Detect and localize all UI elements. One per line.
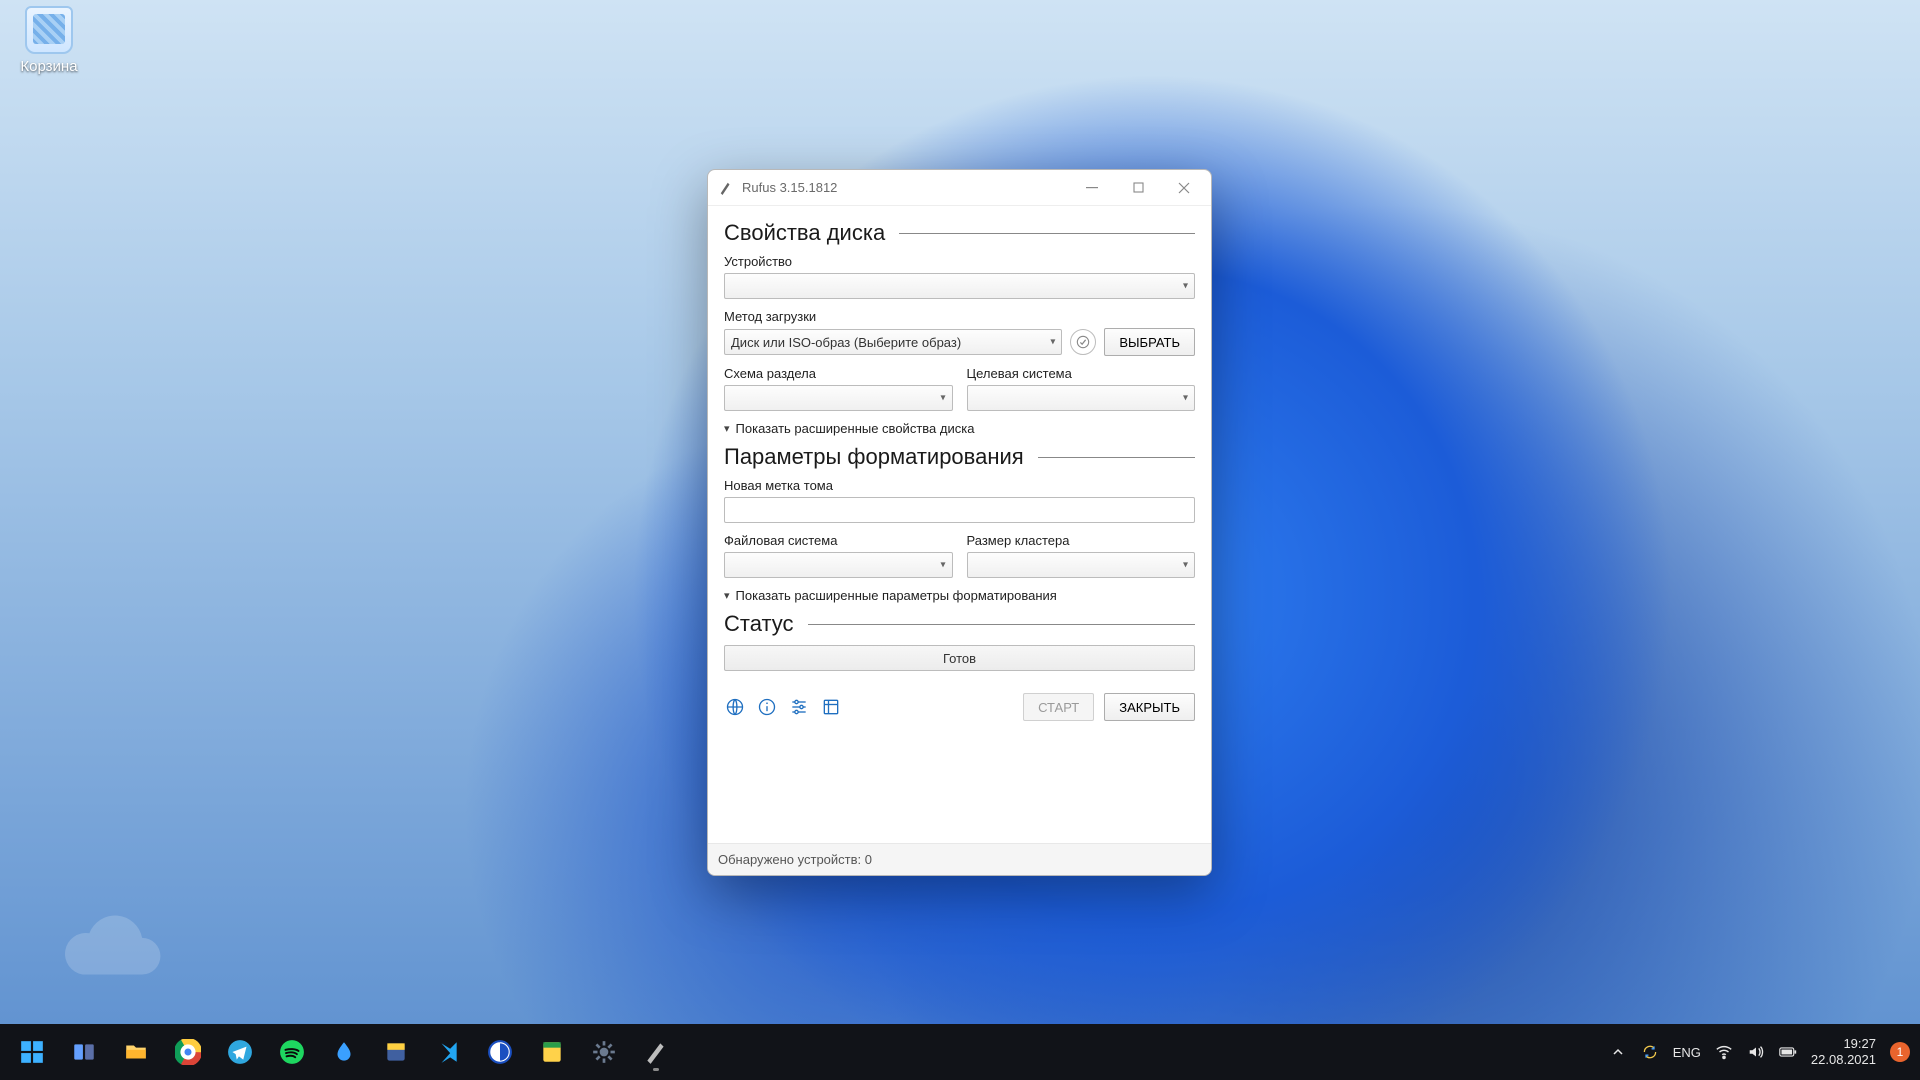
chevron-down-icon: ▾ — [724, 589, 730, 602]
minimize-button[interactable] — [1069, 172, 1115, 204]
label-file-system: Файловая система — [724, 533, 953, 548]
close-app-button[interactable]: ЗАКРЫТЬ — [1104, 693, 1195, 721]
recycle-bin-icon — [25, 6, 73, 54]
file-explorer-icon[interactable] — [114, 1030, 158, 1074]
vscode-icon[interactable] — [426, 1030, 470, 1074]
notification-badge[interactable]: 1 — [1890, 1042, 1910, 1062]
divider — [1038, 457, 1195, 458]
tray-battery-icon[interactable] — [1779, 1043, 1797, 1061]
notes-icon[interactable] — [530, 1030, 574, 1074]
tray-time: 19:27 — [1811, 1036, 1876, 1052]
status-bar: Готов — [724, 645, 1195, 671]
label-cluster-size: Размер кластера — [967, 533, 1196, 548]
app-icon — [718, 180, 734, 196]
status-text: Готов — [943, 651, 976, 666]
info-icon-button[interactable] — [756, 696, 778, 718]
rufus-taskbar-icon[interactable] — [634, 1030, 678, 1074]
tray-clock[interactable]: 19:27 22.08.2021 — [1811, 1036, 1876, 1067]
app-icon-generic[interactable] — [374, 1030, 418, 1074]
rainmeter-icon[interactable] — [322, 1030, 366, 1074]
telegram-icon[interactable] — [218, 1030, 262, 1074]
cluster-size-combo[interactable]: ▾ — [967, 552, 1196, 578]
divider — [899, 233, 1195, 234]
target-system-combo[interactable]: ▾ — [967, 385, 1196, 411]
boot-method-value: Диск или ISO-образ (Выберите образ) — [731, 335, 961, 350]
browser-icon[interactable] — [478, 1030, 522, 1074]
footer-status: Обнаружено устройств: 0 — [708, 843, 1211, 875]
tray-volume-icon[interactable] — [1747, 1043, 1765, 1061]
toggle-advanced-format[interactable]: ▾ Показать расширенные параметры формати… — [724, 588, 1195, 603]
label-device: Устройство — [724, 254, 1195, 269]
desktop: Корзина Rufus 3.15.1812 Свойс — [0, 0, 1920, 1080]
label-target-system: Целевая система — [967, 366, 1196, 381]
tray-wifi-icon[interactable] — [1715, 1043, 1733, 1061]
tray-chevron-up-icon[interactable] — [1609, 1043, 1627, 1061]
divider — [808, 624, 1195, 625]
section-status: Статус — [724, 611, 794, 637]
chevron-down-icon: ▾ — [1183, 393, 1188, 404]
verify-icon-button[interactable] — [1070, 329, 1096, 355]
settings-icon[interactable] — [582, 1030, 626, 1074]
volume-label-input[interactable] — [724, 497, 1195, 523]
select-button[interactable]: ВЫБРАТЬ — [1104, 328, 1195, 356]
footer-text: Обнаружено устройств: 0 — [718, 852, 872, 867]
chevron-down-icon: ▾ — [940, 560, 945, 571]
maximize-button[interactable] — [1115, 172, 1161, 204]
chevron-down-icon: ▾ — [940, 393, 945, 404]
chevron-down-icon: ▾ — [1050, 337, 1055, 348]
tray-language[interactable]: ENG — [1673, 1045, 1701, 1060]
task-view-button[interactable] — [62, 1030, 106, 1074]
language-icon-button[interactable] — [724, 696, 746, 718]
recycle-bin[interactable]: Корзина — [10, 6, 88, 75]
section-drive-properties: Свойства диска — [724, 220, 885, 246]
rufus-window: Rufus 3.15.1812 Свойства диска Устройств… — [707, 169, 1212, 876]
section-format-options: Параметры форматирования — [724, 444, 1024, 470]
partition-scheme-combo[interactable]: ▾ — [724, 385, 953, 411]
chevron-down-icon: ▾ — [1183, 560, 1188, 571]
window-title: Rufus 3.15.1812 — [742, 180, 1069, 195]
recycle-bin-label: Корзина — [10, 58, 88, 75]
start-button[interactable]: СТАРТ — [1023, 693, 1094, 721]
log-icon-button[interactable] — [820, 696, 842, 718]
onedrive-watermark-icon — [55, 892, 165, 1002]
device-combo[interactable]: ▾ — [724, 273, 1195, 299]
toggle-advanced-format-label: Показать расширенные параметры форматиро… — [736, 588, 1057, 603]
file-system-combo[interactable]: ▾ — [724, 552, 953, 578]
chevron-down-icon: ▾ — [724, 422, 730, 435]
toggle-advanced-drive[interactable]: ▾ Показать расширенные свойства диска — [724, 421, 1195, 436]
spotify-icon[interactable] — [270, 1030, 314, 1074]
settings-icon-button[interactable] — [788, 696, 810, 718]
start-button[interactable] — [10, 1030, 54, 1074]
toggle-advanced-drive-label: Показать расширенные свойства диска — [736, 421, 975, 436]
boot-method-combo[interactable]: Диск или ISO-образ (Выберите образ) ▾ — [724, 329, 1062, 355]
tray-date: 22.08.2021 — [1811, 1052, 1876, 1068]
taskbar: ENG 19:27 22.08.2021 1 — [0, 1024, 1920, 1080]
tray-sync-icon[interactable] — [1641, 1043, 1659, 1061]
label-partition-scheme: Схема раздела — [724, 366, 953, 381]
titlebar[interactable]: Rufus 3.15.1812 — [708, 170, 1211, 206]
chrome-icon[interactable] — [166, 1030, 210, 1074]
label-boot-method: Метод загрузки — [724, 309, 1195, 324]
label-volume-label: Новая метка тома — [724, 478, 1195, 493]
close-button[interactable] — [1161, 172, 1207, 204]
chevron-down-icon: ▾ — [1183, 281, 1188, 292]
